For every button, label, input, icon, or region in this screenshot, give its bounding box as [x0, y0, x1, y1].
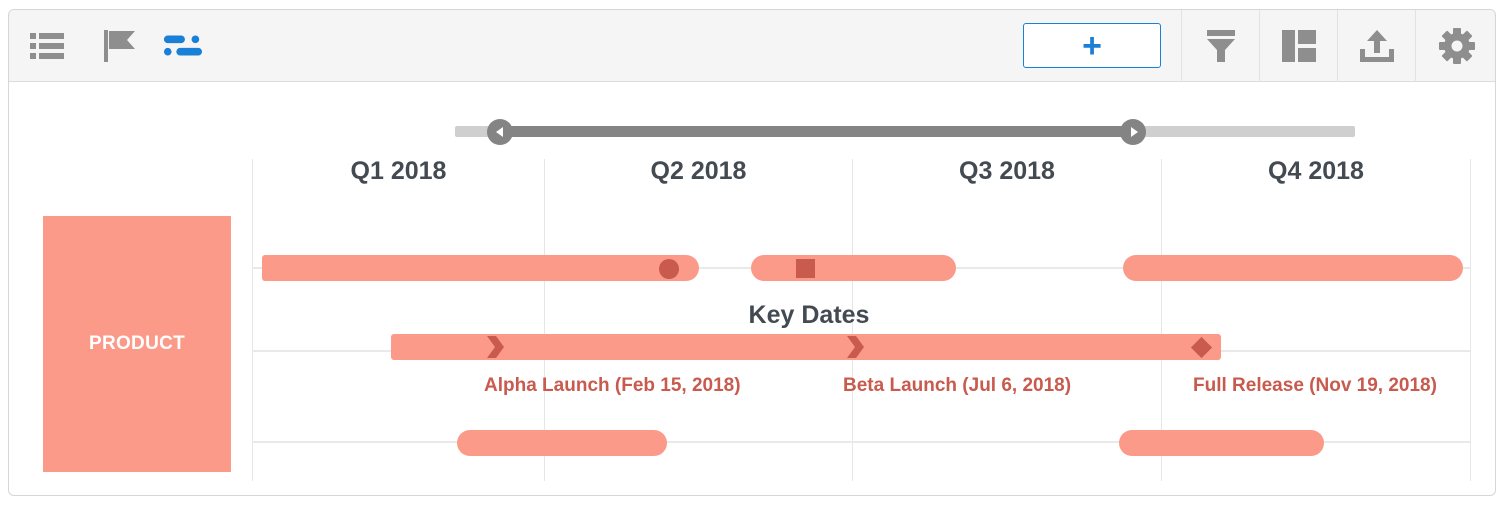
milestone-label[interactable]: Full Release (Nov 19, 2018)	[1193, 375, 1437, 397]
flag-icon[interactable]	[99, 28, 139, 64]
key-dates-title: Key Dates	[748, 301, 870, 329]
roadmap-bar[interactable]	[1119, 430, 1324, 456]
chevron-marker[interactable]	[845, 335, 865, 359]
timeline-canvas: Q1 2018 Q2 2018 Q3 2018 Q4 2018 PRODUCT …	[9, 83, 1495, 495]
milestone-label[interactable]: Beta Launch (Jul 6, 2018)	[843, 375, 1071, 397]
grid-line	[1470, 159, 1471, 481]
settings-icon[interactable]	[1415, 10, 1495, 82]
add-button-label: +	[1082, 26, 1102, 65]
range-start-handle[interactable]	[487, 119, 513, 145]
range-end-handle[interactable]	[1120, 119, 1146, 145]
circle-marker[interactable]	[659, 259, 679, 279]
milestone-label[interactable]: Alpha Launch (Feb 15, 2018)	[484, 375, 741, 397]
square-marker[interactable]	[796, 259, 815, 278]
quarter-header: Q2 2018	[650, 157, 747, 185]
roadmap-bar[interactable]	[751, 255, 956, 281]
list-icon[interactable]	[27, 28, 67, 64]
roadmap-bar[interactable]	[457, 430, 667, 456]
timeline-icon[interactable]	[163, 28, 203, 64]
grid-line	[252, 159, 253, 481]
date-range-selection[interactable]	[499, 126, 1133, 137]
layout-icon[interactable]	[1259, 10, 1337, 82]
chevron-marker[interactable]	[485, 335, 505, 359]
key-dates-bar[interactable]	[391, 334, 1221, 360]
filter-icon[interactable]	[1181, 10, 1259, 82]
quarter-header: Q4 2018	[1268, 157, 1364, 185]
add-button[interactable]: +	[1023, 23, 1161, 68]
quarter-header: Q1 2018	[350, 157, 447, 185]
toolbar: +	[9, 10, 1495, 82]
export-icon[interactable]	[1337, 10, 1415, 82]
lane-product[interactable]: PRODUCT	[43, 216, 231, 472]
roadmap-bar[interactable]	[262, 255, 699, 281]
roadmap-bar[interactable]	[1123, 255, 1463, 281]
lane-label: PRODUCT	[88, 333, 186, 354]
roadmap-window: + Q1 2018 Q2 2018 Q3 2018 Q4 2018 PRODUC…	[8, 9, 1496, 496]
quarter-header: Q3 2018	[959, 157, 1055, 185]
